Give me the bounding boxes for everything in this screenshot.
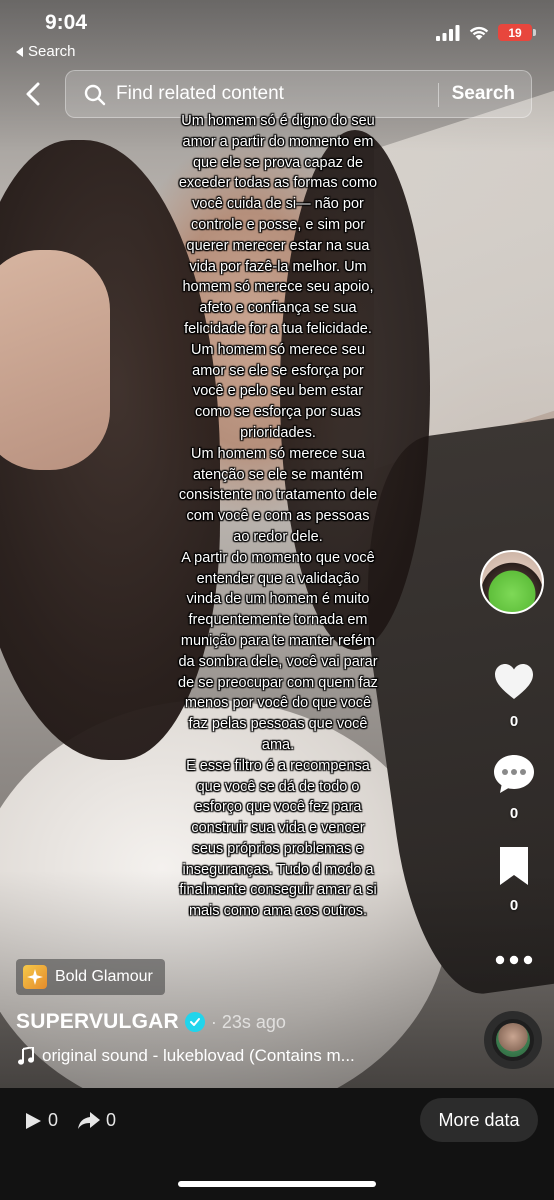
bookmark-button[interactable]: 0 [484,844,544,914]
post-time-ago: · 23s ago [210,1011,286,1032]
play-count-stat: 0 [24,1110,58,1131]
music-disc-thumbnail [496,1023,530,1057]
search-icon [84,84,106,106]
status-time: 9:04 [45,11,88,34]
like-button[interactable]: 0 [484,660,544,730]
comment-icon [494,755,534,793]
share-count: 0 [106,1110,117,1130]
search-placeholder: Find related content [116,83,284,104]
heart-icon [495,664,533,699]
sound-link[interactable]: original sound - lukeblovad (Contains m.… [18,1046,418,1066]
battery-icon: 19 [498,24,536,41]
comment-button[interactable]: 0 [484,752,544,822]
music-note-icon [18,1047,34,1065]
effect-label: Bold Glamour [55,968,153,985]
cellular-signal-icon [436,24,460,41]
more-data-button[interactable]: More data [420,1098,538,1142]
creator-avatar[interactable] [480,550,544,614]
verified-badge-icon [184,1012,205,1032]
back-chevron-icon[interactable] [20,80,48,108]
back-to-app-link[interactable]: Search [16,43,76,60]
creator-info: SUPERVULGAR · 23s ago [16,1010,286,1034]
bottom-bar: 0 0 More data [0,1088,554,1200]
comment-count: 0 [509,805,519,822]
status-bar: 9:04 Search 19 [0,0,554,70]
share-count-stat: 0 [78,1110,116,1131]
effect-sparkle-icon [23,965,47,989]
effect-badge[interactable]: Bold Glamour [16,959,165,995]
home-indicator[interactable] [178,1181,376,1187]
video-overlay-text: Um homem só é digno do seu amor a partir… [178,113,378,920]
sound-name: original sound - lukeblovad (Contains m.… [42,1046,355,1065]
play-icon [26,1112,41,1129]
bookmark-icon [500,847,528,885]
search-divider [438,83,439,107]
creator-username[interactable]: SUPERVULGAR [16,1010,179,1034]
more-options-icon[interactable] [494,950,534,970]
search-button[interactable]: Search [452,83,515,105]
wifi-icon [469,26,489,40]
like-count: 0 [509,713,519,730]
bookmark-count: 0 [509,897,519,914]
status-icons: 19 [436,24,536,41]
music-disc-button[interactable] [484,1011,542,1069]
back-to-app-label: Search [28,43,76,60]
back-triangle-icon [16,46,23,57]
play-count: 0 [48,1110,59,1130]
share-arrow-icon [78,1111,100,1129]
